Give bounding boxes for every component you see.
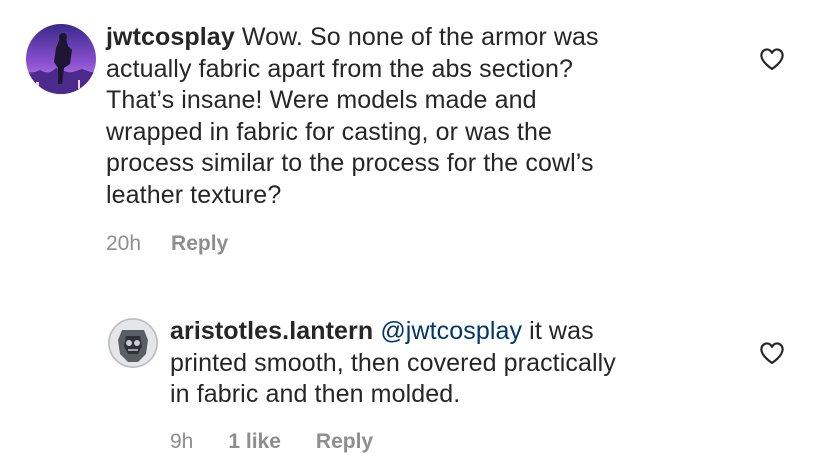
heart-outline-icon xyxy=(760,342,784,365)
username-link[interactable]: aristotles.lantern xyxy=(170,317,373,345)
comment-text-line: leather texture? xyxy=(106,180,282,209)
mention-link[interactable]: @jwtcosplay xyxy=(380,317,522,345)
comment-text-line: process similar to the process for the c… xyxy=(106,149,594,177)
avatar[interactable] xyxy=(108,318,158,368)
reply-button[interactable]: Reply xyxy=(171,232,228,256)
comment-text-line: actually fabric apart from the abs secti… xyxy=(106,54,574,83)
likes-count[interactable]: 1 like xyxy=(228,430,281,454)
comment-meta: 20h Reply xyxy=(106,232,228,256)
avatar-photo xyxy=(26,24,96,94)
like-button[interactable] xyxy=(759,341,785,365)
comment-text-line: Wow. So none of the armor was xyxy=(241,23,599,51)
avatar[interactable] xyxy=(26,24,96,94)
timestamp[interactable]: 9h xyxy=(170,430,193,454)
heart-outline-icon xyxy=(760,48,784,71)
comment-text: jwtcosplay Wow. So none of the armor was… xyxy=(106,22,726,211)
comment-text-line: printed smooth, then covered practically xyxy=(170,348,616,377)
avatar-photo xyxy=(108,318,158,368)
reply-button[interactable]: Reply xyxy=(316,430,373,454)
comment-meta: 9h 1 like Reply xyxy=(170,430,373,454)
comment-line: jwtcosplay Wow. So none of the armor was xyxy=(106,22,726,54)
comment-text-line: wrapped in fabric for casting, or was th… xyxy=(106,117,552,146)
username-link[interactable]: jwtcosplay xyxy=(106,23,235,51)
comment-line: aristotles.lantern @jwtcosplay it was xyxy=(170,316,750,348)
timestamp[interactable]: 20h xyxy=(106,232,141,256)
comment-text: aristotles.lantern @jwtcosplay it was pr… xyxy=(170,316,750,411)
comment-text-line: That’s insane! Were models made and xyxy=(106,86,537,114)
like-button[interactable] xyxy=(759,47,785,71)
comment-text-line: in fabric and then molded. xyxy=(170,380,461,408)
comment-text-line: it was xyxy=(529,317,594,345)
